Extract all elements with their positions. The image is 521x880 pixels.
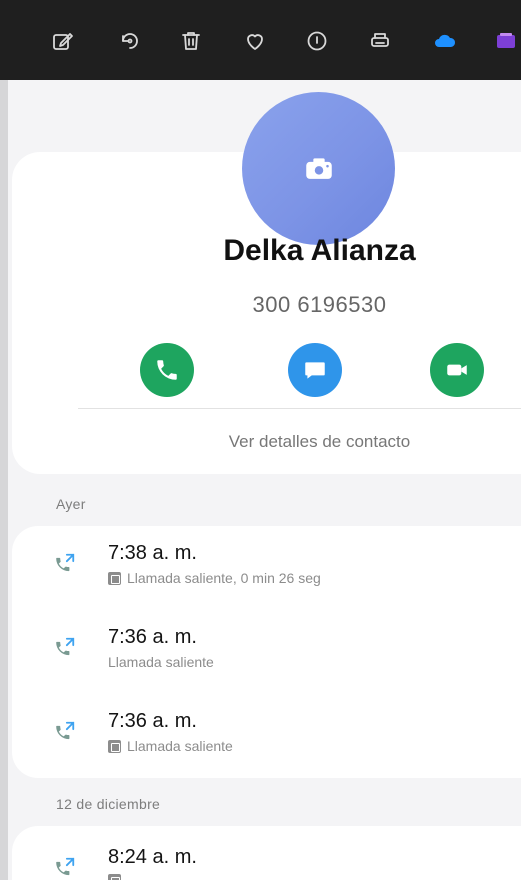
sim-card-icon [108, 739, 121, 753]
top-toolbar [0, 0, 521, 80]
call-time: 8:24 a. m. [108, 846, 197, 868]
camera-icon [305, 157, 332, 179]
message-button[interactable] [288, 343, 342, 397]
call-time: 7:36 a. m. [108, 626, 197, 648]
call-time: 7:36 a. m. [108, 710, 197, 732]
call-detail: Llamada saliente [108, 654, 214, 670]
contact-divider [78, 408, 521, 409]
sim-card-icon [108, 874, 121, 880]
chat-bubble-icon [305, 362, 325, 379]
call-log-row[interactable]: 7:36 a. m. Llamada saliente [12, 616, 521, 700]
contact-name: Delka Alianza [223, 234, 416, 267]
call-time: 7:38 a. m. [108, 542, 197, 564]
call-group-card: 7:38 a. m. Llamada saliente, 0 min 26 se… [12, 526, 521, 778]
contact-avatar[interactable] [242, 92, 395, 245]
call-log-row[interactable]: 7:36 a. m. Llamada saliente [12, 700, 521, 784]
call-group-card: 8:24 a. m. [12, 826, 521, 880]
video-camera-icon [447, 364, 467, 376]
sim-card-icon [108, 571, 121, 585]
call-group-label: Ayer [56, 496, 86, 512]
trash-icon[interactable] [174, 24, 208, 58]
cloud-icon[interactable] [428, 24, 462, 58]
photo-icon[interactable] [489, 24, 521, 58]
left-edge-border [0, 80, 8, 880]
call-group-label: 12 de diciembre [56, 796, 161, 812]
edit-icon[interactable] [46, 24, 80, 58]
call-detail: Llamada saliente, 0 min 26 seg [127, 570, 321, 586]
outgoing-call-icon [56, 857, 75, 876]
heart-icon[interactable] [238, 24, 272, 58]
view-contact-details-link[interactable]: Ver detalles de contacto [0, 432, 521, 452]
phone-icon [157, 360, 177, 380]
contact-number: 300 6196530 [252, 292, 387, 317]
outgoing-call-icon [56, 553, 75, 572]
call-detail: Llamada saliente [127, 738, 233, 754]
print-icon[interactable] [363, 24, 397, 58]
call-button[interactable] [140, 343, 194, 397]
outgoing-call-icon [56, 721, 75, 740]
outgoing-call-icon [56, 637, 75, 656]
info-icon[interactable] [300, 24, 334, 58]
video-call-button[interactable] [430, 343, 484, 397]
rotate-icon[interactable] [112, 24, 146, 58]
call-log-row[interactable]: 8:24 a. m. [12, 836, 521, 880]
call-log-row[interactable]: 7:38 a. m. Llamada saliente, 0 min 26 se… [12, 532, 521, 616]
